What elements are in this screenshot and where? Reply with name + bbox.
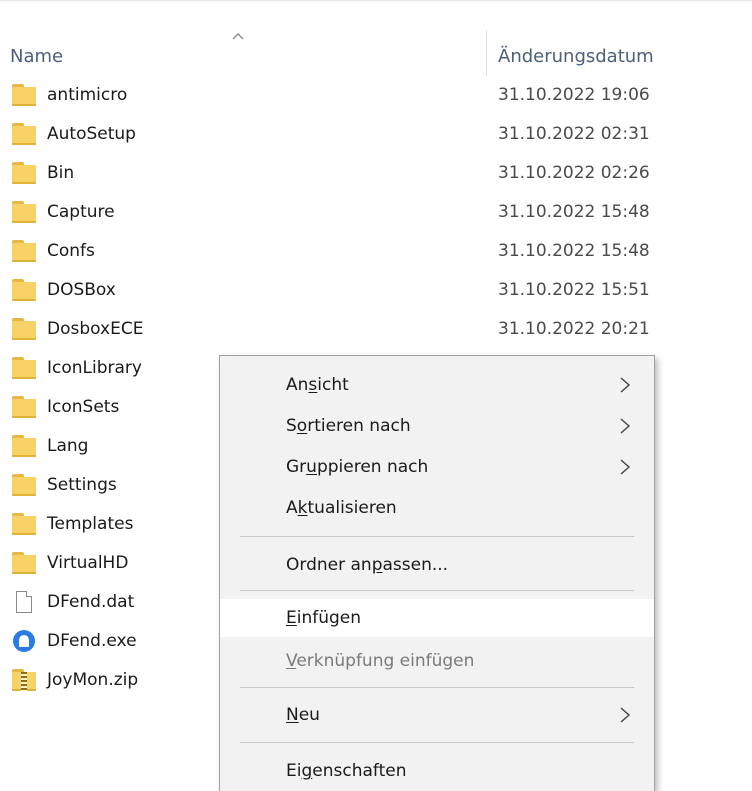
folder-icon: [12, 396, 36, 418]
menu-item-label: Neu: [286, 705, 320, 725]
menu-item-label: Gruppieren nach: [286, 457, 429, 477]
list-item[interactable]: Bin 31.10.2022 02:26: [0, 154, 752, 192]
menu-separator: [240, 536, 634, 537]
file-name: Settings: [47, 475, 117, 495]
file-name: IconSets: [47, 397, 120, 417]
menu-item-ordner-anpassen[interactable]: Ordner anpassen...: [220, 546, 654, 584]
list-item[interactable]: AutoSetup 31.10.2022 02:31: [0, 115, 752, 153]
file-name: DFend.exe: [47, 631, 137, 651]
file-name: VirtualHD: [47, 553, 129, 573]
menu-item-aktualisieren[interactable]: Aktualisieren: [220, 489, 654, 527]
folder-icon: [12, 123, 36, 145]
column-header-name[interactable]: Name: [10, 46, 63, 67]
file-name: Lang: [47, 436, 89, 456]
chevron-right-icon: [620, 707, 631, 723]
context-menu: Ansicht Sortieren nach Gruppieren nach A…: [219, 355, 655, 791]
chevron-right-icon: [620, 459, 631, 475]
file-name: Confs: [47, 241, 95, 261]
file-name: JoyMon.zip: [47, 670, 139, 690]
menu-item-sortieren-nach[interactable]: Sortieren nach: [220, 407, 654, 445]
file-date: 31.10.2022 15:51: [498, 280, 650, 300]
file-icon: [12, 591, 36, 613]
menu-item-label: Aktualisieren: [286, 498, 397, 518]
menu-item-ansicht[interactable]: Ansicht: [220, 366, 654, 404]
file-date: 31.10.2022 19:06: [498, 85, 650, 105]
folder-icon: [12, 513, 36, 535]
file-date: 31.10.2022 20:21: [498, 319, 650, 339]
menu-separator: [240, 687, 634, 688]
file-name: DFend.dat: [47, 592, 135, 612]
file-name: IconLibrary: [47, 358, 142, 378]
folder-icon: [12, 240, 36, 262]
menu-item-label: Eigenschaften: [286, 761, 407, 781]
file-date: 31.10.2022 15:48: [498, 202, 650, 222]
list-item[interactable]: Capture 31.10.2022 15:48: [0, 193, 752, 231]
file-name: DOSBox: [47, 280, 116, 300]
file-name: antimicro: [47, 85, 128, 105]
menu-item-label: Ordner anpassen...: [286, 555, 449, 575]
folder-icon: [12, 435, 36, 457]
folder-icon: [12, 474, 36, 496]
list-item[interactable]: antimicro 31.10.2022 19:06: [0, 76, 752, 114]
file-date: 31.10.2022 02:31: [498, 124, 650, 144]
menu-item-einfuegen[interactable]: Einfügen: [220, 599, 654, 637]
chevron-right-icon: [620, 377, 631, 393]
sort-ascending-caret-icon[interactable]: [230, 30, 246, 42]
chevron-right-icon: [620, 418, 631, 434]
menu-separator: [240, 742, 634, 743]
menu-item-label: Einfügen: [286, 608, 362, 628]
window-top-border: [0, 0, 752, 5]
menu-item-neu[interactable]: Neu: [220, 696, 654, 734]
column-header-bar: Name Änderungsdatum: [0, 14, 752, 76]
column-header-date[interactable]: Änderungsdatum: [498, 46, 654, 67]
folder-icon: [12, 552, 36, 574]
folder-icon: [12, 357, 36, 379]
file-name: DosboxECE: [47, 319, 144, 339]
file-name: Templates: [47, 514, 134, 534]
folder-icon: [12, 162, 36, 184]
list-item[interactable]: DosboxECE 31.10.2022 20:21: [0, 310, 752, 348]
zip-icon: [12, 669, 36, 691]
list-item[interactable]: Confs 31.10.2022 15:48: [0, 232, 752, 270]
file-name: AutoSetup: [47, 124, 136, 144]
menu-item-label: Sortieren nach: [286, 416, 411, 436]
exe-icon: [12, 630, 36, 652]
menu-item-label: Verknüpfung einfügen: [286, 651, 475, 671]
file-name: Bin: [47, 163, 75, 183]
column-divider[interactable]: [486, 30, 487, 76]
file-date: 31.10.2022 02:26: [498, 163, 650, 183]
folder-icon: [12, 84, 36, 106]
file-name: Capture: [47, 202, 115, 222]
menu-item-eigenschaften[interactable]: Eigenschaften: [220, 752, 654, 790]
folder-icon: [12, 201, 36, 223]
menu-item-verknuepfung-einfuegen[interactable]: Verknüpfung einfügen: [220, 642, 654, 680]
list-item[interactable]: DOSBox 31.10.2022 15:51: [0, 271, 752, 309]
folder-icon: [12, 279, 36, 301]
folder-icon: [12, 318, 36, 340]
menu-separator: [240, 590, 634, 591]
menu-item-label: Ansicht: [286, 375, 349, 395]
menu-item-gruppieren-nach[interactable]: Gruppieren nach: [220, 448, 654, 486]
file-date: 31.10.2022 15:48: [498, 241, 650, 261]
